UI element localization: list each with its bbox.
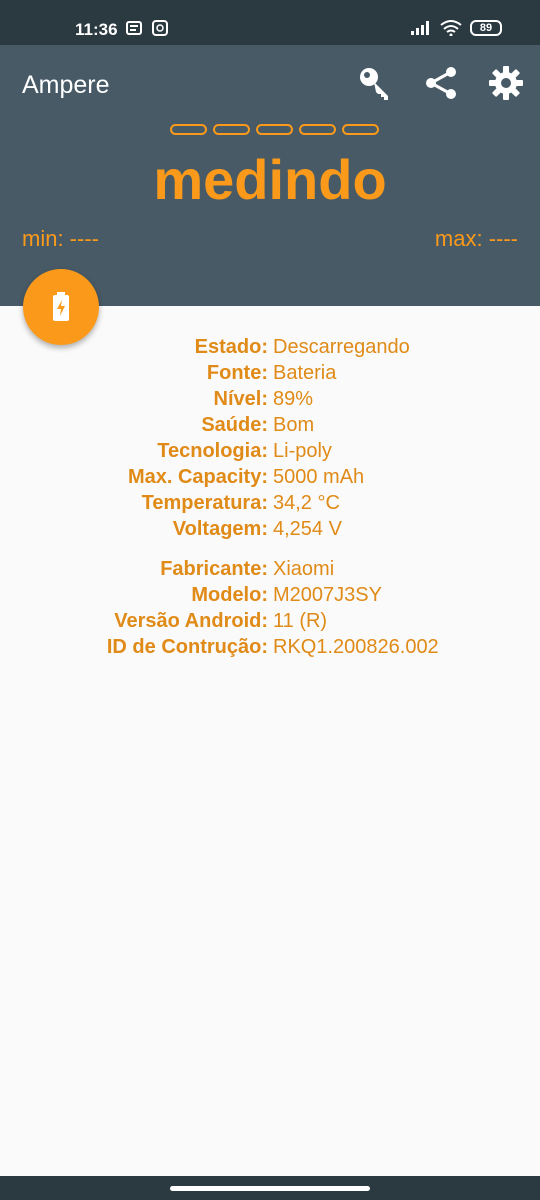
info-value: 11 (R) [273,610,328,632]
settings-icon[interactable] [488,65,524,101]
status-notification-icons [126,20,168,36]
share-icon[interactable] [423,65,459,101]
info-key: Versão Android: [114,610,268,632]
key-icon[interactable] [357,65,393,101]
measure-status-text: medindo [153,148,387,211]
progress-dash [170,124,207,135]
status-system-icons: 89 [410,20,502,36]
info-value: 5000 mAh [273,466,365,488]
message-icon [126,21,142,35]
info-key: Voltagem: [172,518,268,540]
app-notification-icon [152,20,168,36]
navigation-bar [0,1176,540,1200]
battery-charging-icon [53,292,69,321]
status-bar: 11:36 89 [0,0,540,45]
progress-dash [256,124,293,135]
status-time: 11:36 [75,20,118,39]
info-key: Estado: [194,336,268,358]
info-key: Max. Capacity: [127,466,268,488]
info-value: 4,254 V [273,518,342,540]
app-header: Ampere medindo min: ---- max: ---- [0,45,540,306]
info-value: Bateria [273,362,337,384]
signal-icon [411,21,429,35]
progress-dash [299,124,336,135]
min-value: min: ---- [22,226,99,251]
info-value: RKQ1.200826.002 [273,636,439,658]
info-key: Modelo: [191,584,268,606]
battery-fab-button[interactable] [23,269,99,345]
info-value: Li-poly [273,440,332,462]
info-value: Bom [273,414,315,436]
measuring-progress-indicator [170,124,379,135]
progress-dash [342,124,379,135]
info-key: Nível: [213,388,268,410]
info-value: Xiaomi [273,558,335,580]
info-key: Temperatura: [141,492,268,514]
info-key: ID de Contrução: [106,636,268,658]
info-key: Fabricante: [160,558,268,580]
app-title: Ampere [22,71,110,99]
info-key: Fonte: [206,362,268,384]
info-value: Descarregando [273,336,410,358]
info-key: Tecnologia: [157,440,268,462]
wifi-icon [440,20,462,36]
home-gesture-handle[interactable] [170,1186,370,1191]
info-value: M2007J3SY [273,584,382,606]
progress-dash [213,124,250,135]
max-value: max: ---- [434,226,518,251]
info-value: 89% [273,388,314,410]
info-key: Saúde: [201,414,268,436]
info-value: 34,2 °C [273,492,340,514]
battery-status-icon: 89 [470,20,502,36]
